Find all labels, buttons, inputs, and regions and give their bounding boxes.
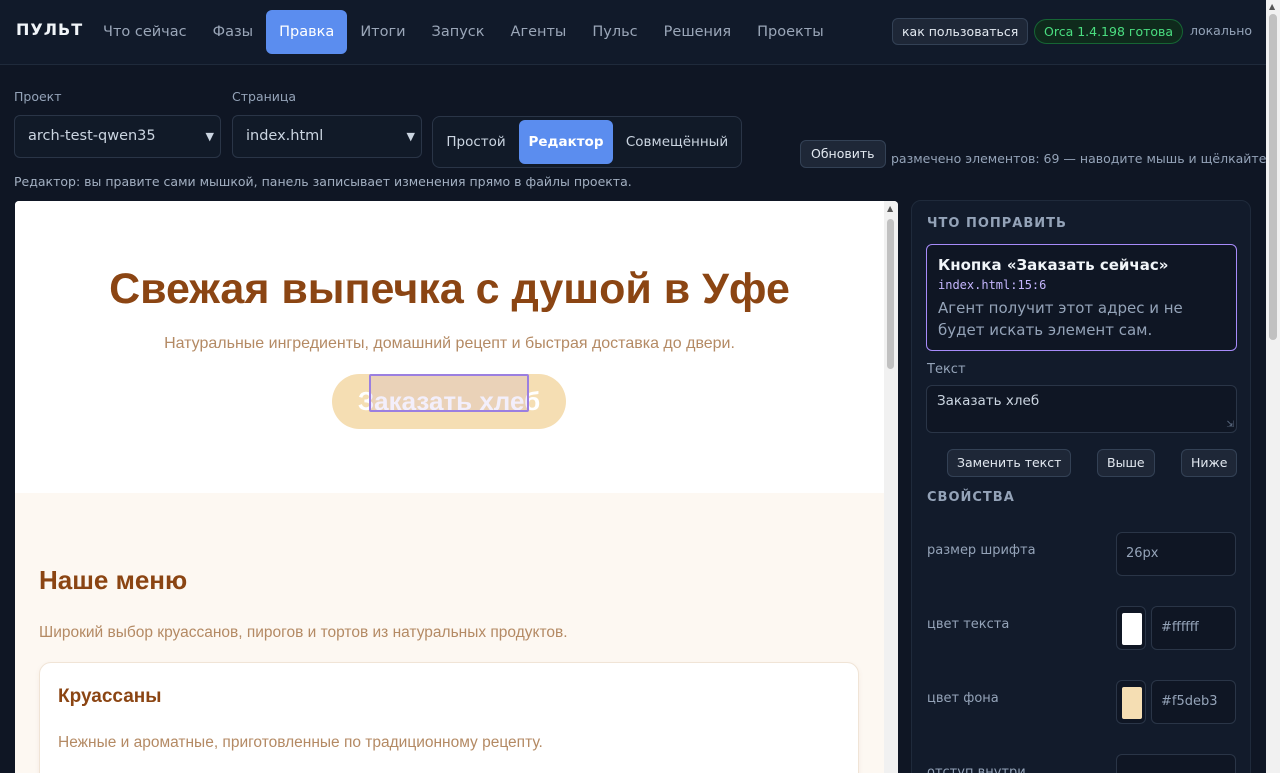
hero-subtitle[interactable]: Натуральные ингредиенты, домашний рецепт… xyxy=(15,335,884,353)
tab-results[interactable]: Итоги xyxy=(347,10,418,54)
tab-edit[interactable]: Правка xyxy=(266,10,348,54)
project-select-value: arch-test-qwen35 xyxy=(28,128,156,144)
refresh-button[interactable]: Обновить xyxy=(800,140,886,168)
page-scroll-thumb[interactable] xyxy=(1269,14,1277,340)
page-select-value: index.html xyxy=(246,128,324,144)
text-color-label: цвет текста xyxy=(927,617,1010,632)
chevron-down-icon: ▼ xyxy=(406,130,415,143)
text-color-input[interactable]: #ffffff xyxy=(1151,606,1236,650)
selected-element-card: Кнопка «Заказать сейчас» index.html:15:6… xyxy=(926,244,1237,351)
scroll-up-arrow-icon[interactable]: ▲ xyxy=(887,204,893,213)
tab-pulse[interactable]: Пульс xyxy=(579,10,650,54)
tab-launch[interactable]: Запуск xyxy=(419,10,498,54)
howto-button[interactable]: как пользоваться xyxy=(892,18,1029,45)
scroll-up-arrow-icon[interactable]: ▲ xyxy=(1269,2,1275,11)
tab-now[interactable]: Что сейчас xyxy=(90,10,200,54)
hero-section: Свежая выпечка с душой в Уфе Натуральные… xyxy=(15,201,884,493)
chevron-down-icon: ▼ xyxy=(205,130,214,143)
selection-highlight xyxy=(369,374,529,412)
replace-text-button[interactable]: Заменить текст xyxy=(947,449,1072,477)
hero-title[interactable]: Свежая выпечка с душой в Уфе xyxy=(15,265,884,314)
main-nav: Что сейчас Фазы Правка Итоги Запуск Аген… xyxy=(90,10,837,54)
text-color-swatch[interactable] xyxy=(1116,606,1146,650)
selected-element-title: Кнопка «Заказать сейчас» xyxy=(938,256,1169,274)
bg-color-label: цвет фона xyxy=(927,691,999,706)
tab-decisions[interactable]: Решения xyxy=(651,10,744,54)
props-title: СВОЙСТВА xyxy=(927,490,1015,505)
mode-simple[interactable]: Простой xyxy=(436,120,516,164)
panel-title: ЧТО ПОПРАВИТЬ xyxy=(927,216,1067,231)
project-select[interactable]: arch-test-qwen35 ▼ xyxy=(14,115,221,158)
top-bar: ПУЛЬТ Что сейчас Фазы Правка Итоги Запус… xyxy=(0,0,1266,65)
text-input[interactable]: Заказать хлеб ⇲ xyxy=(926,385,1237,433)
padding-label: отступ внутри xyxy=(927,765,1026,773)
bg-color-input[interactable]: #f5deb3 xyxy=(1151,680,1236,724)
move-down-button[interactable]: Ниже xyxy=(1181,449,1238,477)
menu-title[interactable]: Наше меню xyxy=(39,565,187,596)
page-label: Страница xyxy=(232,89,297,104)
brand-logo: ПУЛЬТ xyxy=(16,20,84,39)
tab-projects[interactable]: Проекты xyxy=(744,10,837,54)
menu-card[interactable]: Круассаны Нежные и ароматные, приготовле… xyxy=(39,662,859,773)
text-label: Текст xyxy=(927,362,966,377)
tab-phases[interactable]: Фазы xyxy=(200,10,267,54)
preview-scrollbar[interactable]: ▲ xyxy=(884,201,898,773)
preview-scroll-thumb[interactable] xyxy=(887,219,894,369)
text-input-value: Заказать хлеб xyxy=(937,393,1040,409)
mode-editor[interactable]: Редактор xyxy=(519,120,613,164)
tab-agents[interactable]: Агенты xyxy=(498,10,580,54)
page-select[interactable]: index.html ▼ xyxy=(232,115,422,158)
font-size-input[interactable]: 26px xyxy=(1116,532,1236,576)
editor-hint: Редактор: вы правите сами мышкой, панель… xyxy=(14,174,632,189)
selected-element-path: index.html:15:6 xyxy=(938,278,1047,292)
bg-color-swatch[interactable] xyxy=(1116,680,1146,724)
card-title[interactable]: Круассаны xyxy=(58,686,161,708)
move-up-button[interactable]: Выше xyxy=(1097,449,1155,477)
edit-panel: ЧТО ПОПРАВИТЬ Кнопка «Заказать сейчас» i… xyxy=(911,200,1251,773)
menu-section: Наше меню Широкий выбор круассанов, пиро… xyxy=(15,493,884,773)
resize-grip-icon[interactable]: ⇲ xyxy=(1226,420,1234,430)
padding-input[interactable] xyxy=(1116,754,1236,773)
project-label: Проект xyxy=(14,89,62,104)
page-preview[interactable]: Свежая выпечка с душой в Уфе Натуральные… xyxy=(15,201,898,773)
status-badge: Orca 1.4.198 готова xyxy=(1034,19,1184,44)
selected-element-desc: Агент получит этот адрес и не будет иска… xyxy=(938,299,1183,339)
card-text[interactable]: Нежные и ароматные, приготовленные по тр… xyxy=(58,734,543,752)
mode-switch: Простой Редактор Совмещённый xyxy=(432,116,742,168)
page-scrollbar[interactable]: ▲ xyxy=(1266,0,1280,773)
marked-elements-info: размечено элементов: 69 — наводите мышь … xyxy=(891,151,1267,166)
mode-combined[interactable]: Совмещённый xyxy=(616,120,738,164)
menu-subtitle[interactable]: Широкий выбор круассанов, пирогов и торт… xyxy=(39,624,568,642)
font-size-label: размер шрифта xyxy=(927,543,1036,558)
mode-indicator: локально xyxy=(1190,23,1253,38)
